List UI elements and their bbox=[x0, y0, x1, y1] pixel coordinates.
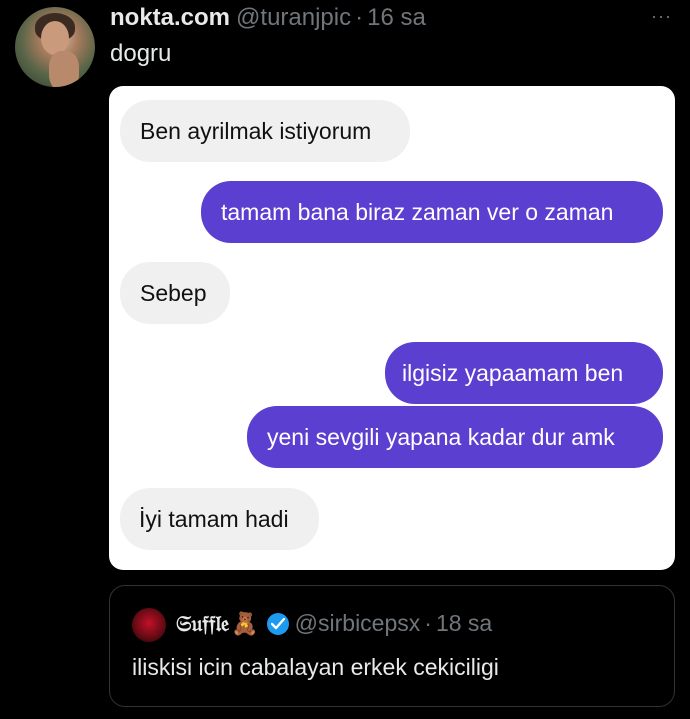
chat-bubble-incoming: Sebep bbox=[120, 262, 230, 324]
quoted-tweet-text: iliskisi icin cabalayan erkek cekiciligi bbox=[132, 654, 499, 680]
chat-bubble-outgoing: tamam bana biraz zaman ver o zaman bbox=[201, 181, 663, 243]
quoted-author-display-name[interactable]: 𝔖𝔲𝔣𝔣𝔩𝔢 bbox=[176, 611, 229, 637]
verified-badge-icon bbox=[266, 612, 289, 635]
chat-bubble-outgoing: yeni sevgili yapana kadar dur amk bbox=[247, 406, 663, 468]
avatar-face bbox=[41, 21, 69, 55]
more-options-icon[interactable]: ··· bbox=[651, 6, 672, 27]
teddy-bear-icon: 🧸 bbox=[231, 610, 259, 636]
chat-bubble-incoming: İyi tamam hadi bbox=[120, 488, 319, 550]
quoted-header-separator: · bbox=[424, 610, 432, 636]
tweet-text: dogru bbox=[110, 40, 172, 67]
quoted-tweet-header: 𝔖𝔲𝔣𝔣𝔩𝔢 🧸 @sirbicepsx · 18 sa bbox=[176, 610, 492, 637]
tweet-header: nokta.com @turanjpic · 16 sa bbox=[110, 4, 426, 36]
header-separator: · bbox=[355, 4, 364, 31]
quoted-tweet-timestamp[interactable]: 18 sa bbox=[436, 610, 492, 637]
quoted-tweet[interactable]: 𝔖𝔲𝔣𝔣𝔩𝔢 🧸 @sirbicepsx · 18 sa iliskisi ic… bbox=[109, 585, 675, 707]
quoted-author-handle[interactable]: @sirbicepsx bbox=[295, 610, 421, 637]
tweet-timestamp[interactable]: 16 sa bbox=[367, 4, 426, 32]
author-handle[interactable]: @turanjpic bbox=[236, 4, 351, 32]
avatar-arm bbox=[49, 51, 79, 87]
tweet-author-avatar[interactable] bbox=[15, 7, 95, 87]
chat-bubble-incoming: Ben ayrilmak istiyorum bbox=[120, 100, 410, 162]
chat-screenshot-image[interactable]: Ben ayrilmak istiyorum tamam bana biraz … bbox=[109, 86, 675, 570]
quoted-author-avatar[interactable] bbox=[132, 608, 166, 642]
chat-bubble-outgoing: ilgisiz yapaamam ben bbox=[385, 342, 663, 404]
author-display-name[interactable]: nokta.com bbox=[110, 4, 230, 32]
